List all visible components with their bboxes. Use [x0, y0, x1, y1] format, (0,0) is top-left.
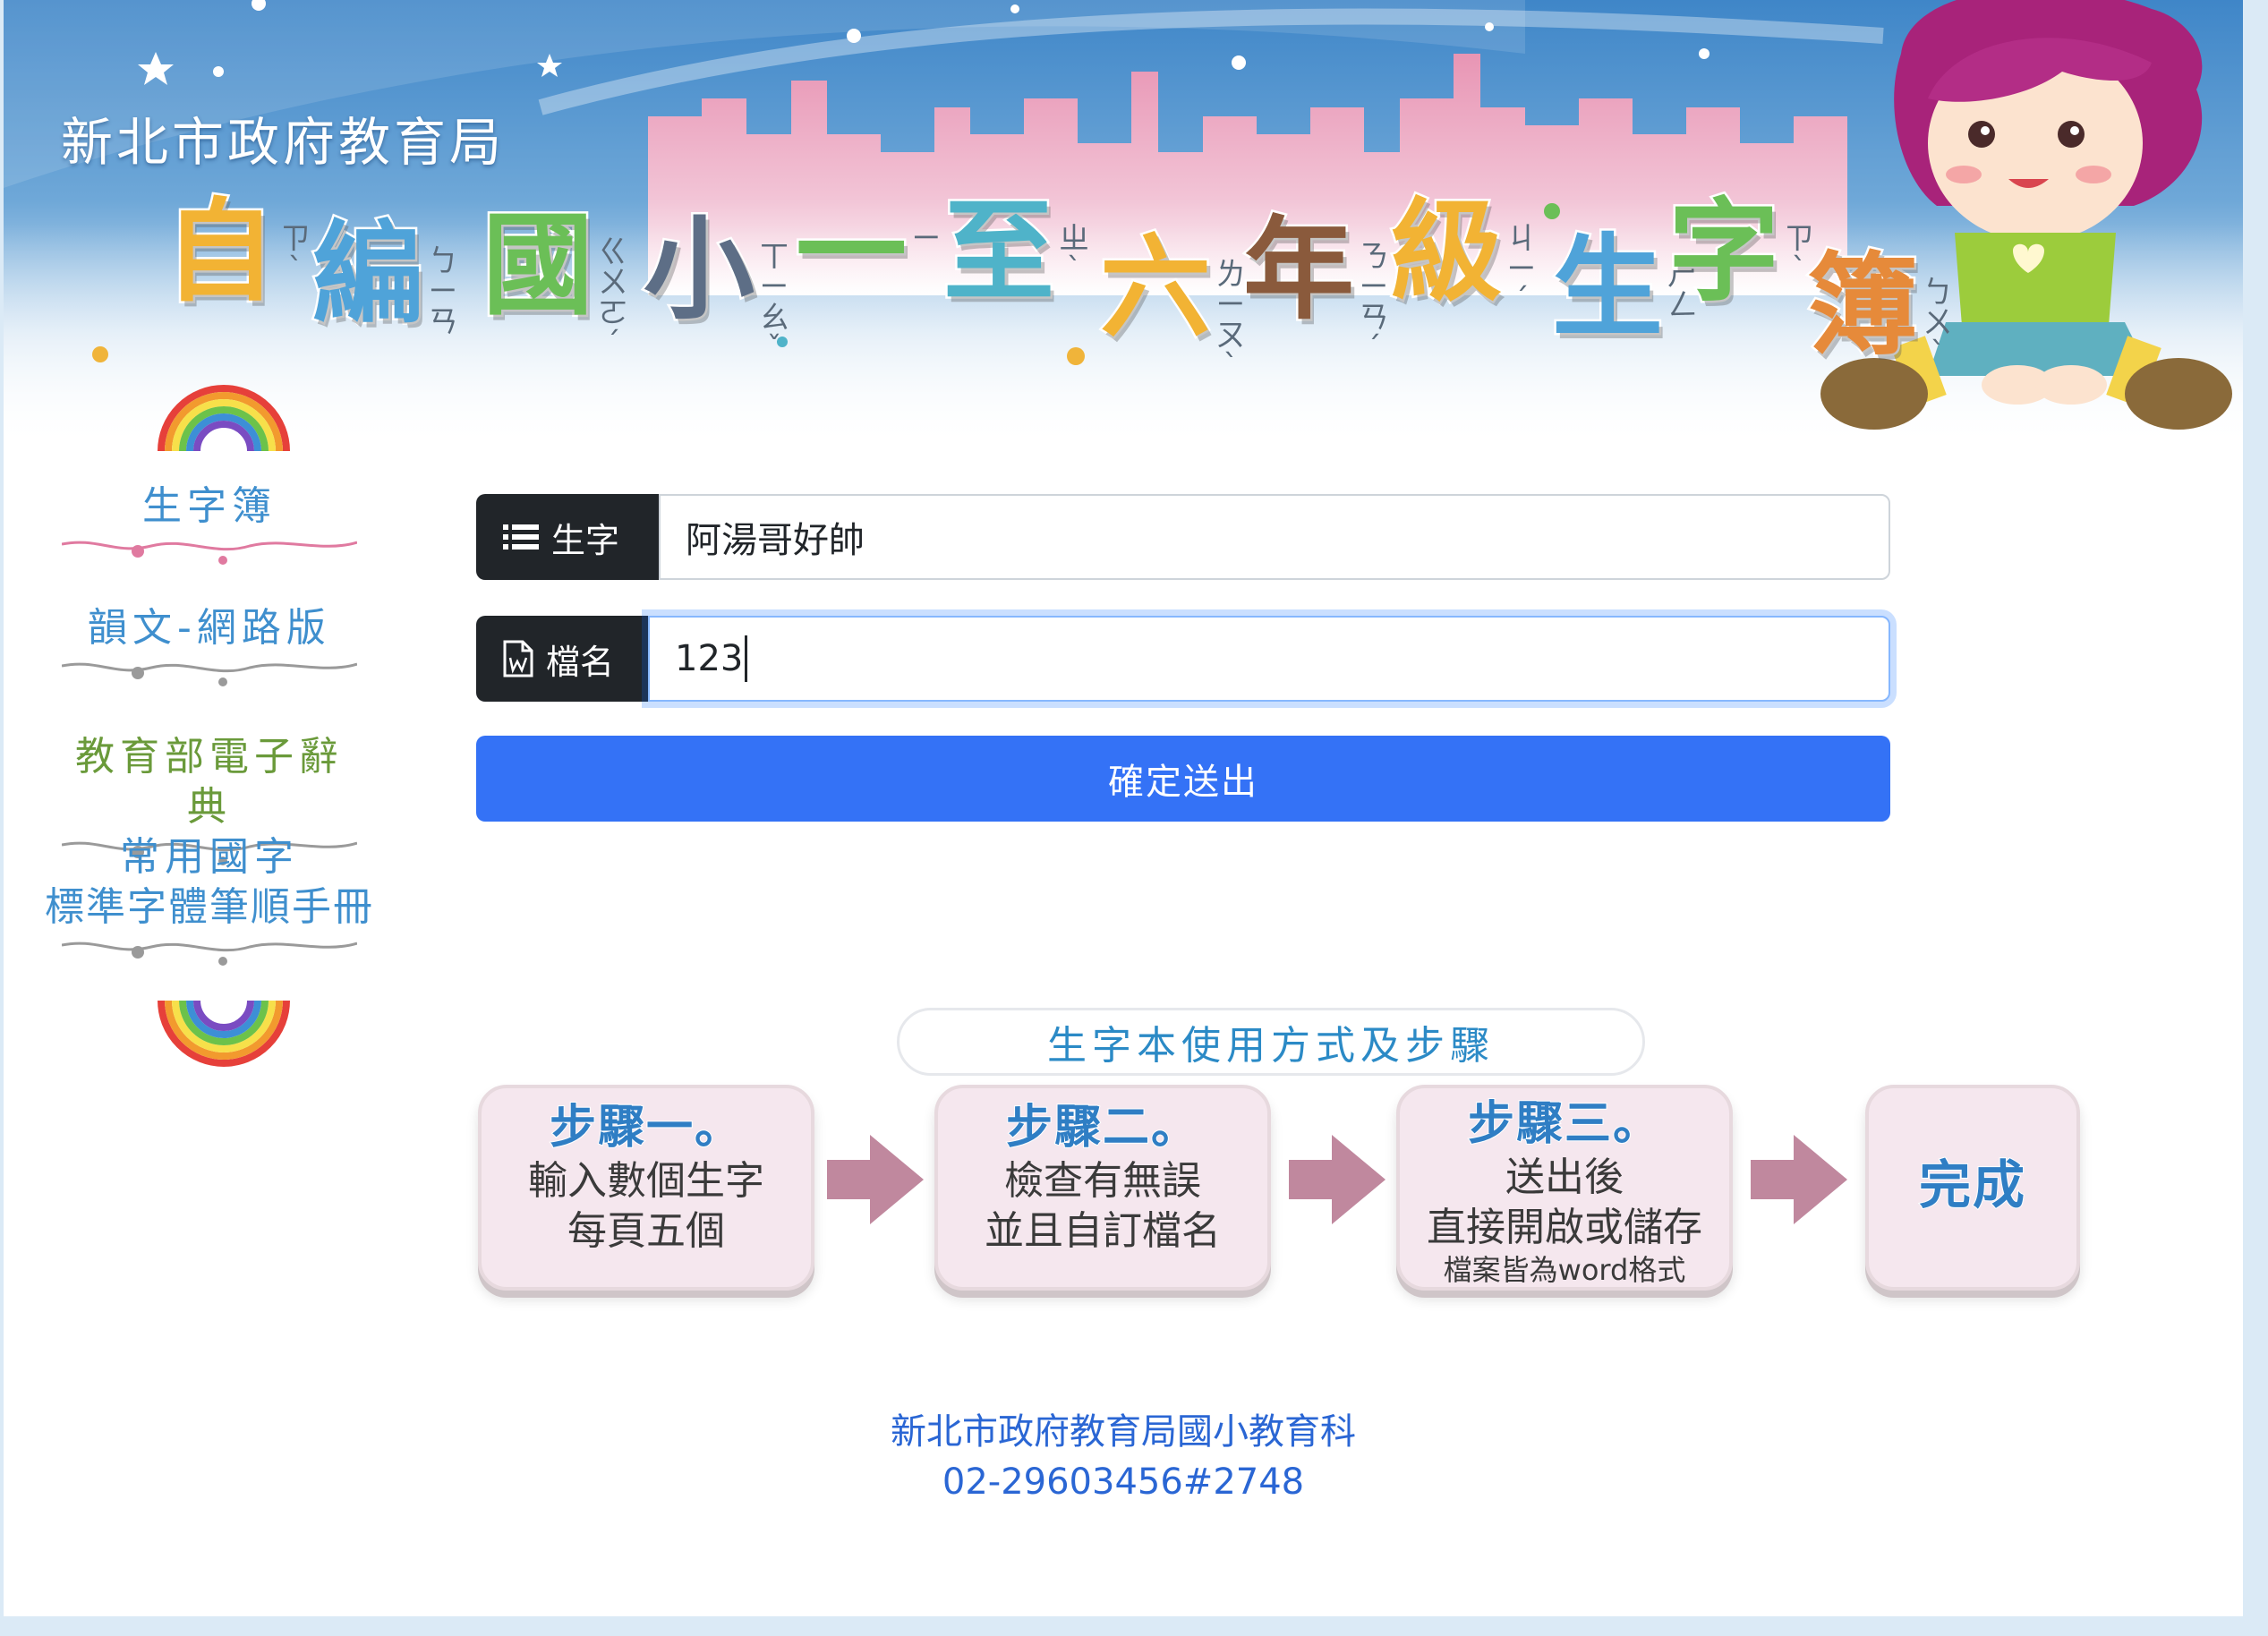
step-done-card: 完成 — [1865, 1085, 2080, 1291]
zhuyin-annotation: ㄅㄧㄢ — [428, 243, 459, 340]
sidebar: 生字簿 韻文-網路版 教育部電子辭典 常用國字 標準字體筆順手冊 — [39, 358, 379, 1092]
zhuyin-annotation: ㄓˋ — [1059, 221, 1090, 287]
sidebar-item-label-line2: 標準字體筆順手冊 — [45, 884, 374, 930]
title-char: 一ㄧ — [793, 188, 942, 317]
step-heading: 步驟三。 — [1467, 1096, 1661, 1152]
step-text: 輸入數個生字 — [528, 1158, 764, 1204]
footer-phone: 02-29603456#2748 — [942, 1461, 1305, 1503]
title-char: 編ㄅㄧㄢ — [310, 210, 459, 340]
filename-input[interactable]: 123 — [648, 616, 1890, 702]
zhuyin-annotation: ㄒㄧㄠˇ — [759, 239, 790, 366]
step-note: 檔案皆為word格式 — [1443, 1253, 1686, 1287]
squiggle-divider — [62, 662, 357, 686]
list-icon — [503, 524, 539, 550]
zhuyin-annotation: ㄧ — [911, 221, 942, 257]
sidebar-item-stroke-order-manual[interactable]: 常用國字 標準字體筆順手冊 — [39, 832, 379, 972]
zhuyin-annotation: ㄍㄨㄛˊ — [598, 234, 629, 362]
filename-input-group: 檔名 123 — [476, 616, 1890, 702]
footer-org: 新北市政府教育局國小教育科 — [891, 1411, 1356, 1453]
word-input[interactable]: 阿湯哥好帥 — [659, 494, 1890, 580]
step-text: 每頁五個 — [567, 1208, 725, 1254]
title-char: 至ㄓˋ — [941, 188, 1090, 317]
step-text: 送出後 — [1505, 1155, 1624, 1200]
arrow-right-icon — [827, 1135, 924, 1224]
squiggle-divider — [62, 942, 357, 966]
title-char: 六ㄌㄧㄡˋ — [1097, 224, 1247, 384]
steps-title: 生字本使用方式及步驟 — [897, 1008, 1645, 1076]
step-heading: 完成 — [1918, 1155, 2026, 1215]
arrow-right-icon — [1751, 1135, 1847, 1224]
zhuyin-annotation: ㄋㄧㄢˊ — [1359, 239, 1390, 366]
title-char: 國ㄍㄨㄛˊ — [480, 201, 629, 362]
text-caret — [745, 635, 748, 682]
rainbow-top-icon — [158, 385, 290, 452]
word-file-icon — [503, 640, 533, 677]
sidebar-item-label: 生字簿 — [142, 483, 277, 529]
word-label: 生字 — [476, 494, 659, 580]
sidebar-item-word-book[interactable]: 生字簿 — [57, 481, 362, 571]
banner-title: 自ㄗˋ 編ㄅㄧㄢ 國ㄍㄨㄛˊ 小ㄒㄧㄠˇ 一ㄧ 至ㄓˋ 六ㄌㄧㄡˋ 年ㄋㄧㄢˊ … — [156, 179, 1953, 382]
rainbow-bottom-icon — [158, 1000, 290, 1067]
step-heading: 步驟一。 — [549, 1100, 743, 1155]
sidebar-item-label: 教育部電子辭典 — [75, 734, 344, 830]
step-2-card: 步驟二。 檢查有無誤 並且自訂檔名 — [934, 1085, 1271, 1291]
title-char: 年ㄋㄧㄢˊ — [1241, 206, 1390, 366]
sidebar-item-label: 韻文-網路版 — [88, 605, 331, 651]
zhuyin-annotation: ㄗˋ — [280, 221, 311, 287]
page: 新北市政府教育局 自ㄗˋ 編ㄅㄧㄢ 國ㄍㄨㄛˊ 小ㄒㄧㄠˇ 一ㄧ 至ㄓˋ 六ㄌㄧ… — [4, 0, 2243, 1616]
title-char: 簿ㄅㄨˋ — [1804, 242, 1954, 371]
title-char: 小ㄒㄧㄠˇ — [641, 206, 790, 366]
step-1-card: 步驟一。 輸入數個生字 每頁五個 — [478, 1085, 814, 1291]
arrow-right-icon — [1289, 1135, 1386, 1224]
filename-label: 檔名 — [476, 616, 648, 702]
word-input-group: 生字 阿湯哥好帥 — [476, 494, 1890, 580]
agency-name: 新北市政府教育局 — [61, 112, 506, 173]
step-text: 並且自訂檔名 — [985, 1208, 1221, 1254]
submit-button[interactable]: 確定送出 — [476, 736, 1890, 822]
title-char: 級ㄐㄧˊ — [1388, 188, 1538, 318]
step-3-card: 步驟三。 送出後 直接開啟或儲存 檔案皆為word格式 — [1396, 1085, 1733, 1291]
title-char: 自ㄗˋ — [162, 188, 311, 317]
sidebar-item-rhyme-online[interactable]: 韻文-網路版 — [57, 603, 362, 693]
step-text: 直接開啟或儲存 — [1427, 1205, 1702, 1250]
title-char: 字ㄗˋ — [1666, 188, 1815, 317]
zhuyin-annotation: ㄅㄨˋ — [1923, 275, 1954, 371]
zhuyin-annotation: ㄐㄧˊ — [1506, 221, 1538, 318]
zhuyin-annotation: ㄌㄧㄡˋ — [1215, 257, 1247, 384]
step-text: 檢查有無誤 — [1004, 1158, 1201, 1204]
squiggle-divider — [62, 541, 357, 565]
title-char: 生ㄕㄥ — [1549, 224, 1699, 353]
sidebar-item-label-line1: 常用國字 — [120, 834, 299, 880]
step-heading: 步驟二。 — [1005, 1100, 1199, 1155]
